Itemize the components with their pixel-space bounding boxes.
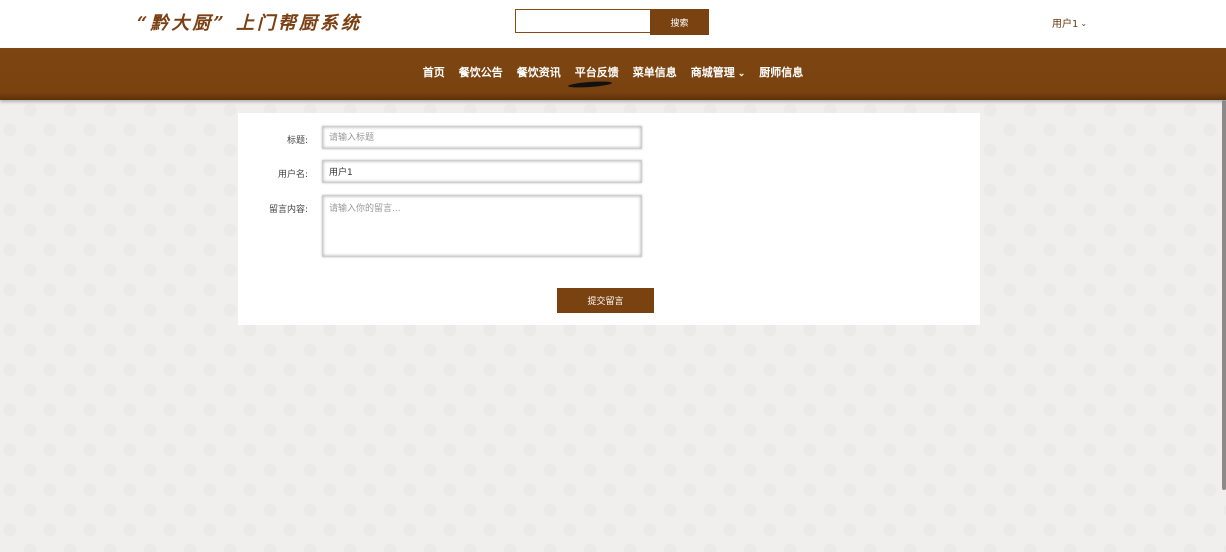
nav-item-feedback[interactable]: 平台反馈	[568, 64, 626, 80]
user-name: 用户1	[1052, 19, 1079, 30]
nav-item-chef-info[interactable]: 厨师信息	[752, 64, 810, 80]
submit-button[interactable]: 提交留言	[557, 288, 654, 313]
site-title: “黔大厨” 上门帮厨系统	[137, 13, 362, 34]
nav-item-home[interactable]: 首页	[416, 64, 452, 80]
nav-item-mall-management[interactable]: 商城管理 ⌄	[684, 64, 753, 80]
nav-item-news[interactable]: 餐饮资讯	[510, 64, 568, 80]
username-label: 用户名:	[277, 170, 308, 180]
user-menu[interactable]: 用户1 ⌄	[1052, 15, 1087, 30]
nav-item-menu-info[interactable]: 菜单信息	[626, 64, 684, 80]
search-input[interactable]	[515, 9, 651, 33]
main-nav: 首页 餐饮公告 餐饮资讯 平台反馈 菜单信息 商城管理 ⌄ 厨师信息	[0, 48, 1226, 100]
feedback-form-panel: 标题: 用户名: 留言内容: 提交留言	[238, 113, 980, 325]
username-field[interactable]	[322, 160, 642, 183]
title-label: 标题:	[286, 136, 308, 146]
content-field[interactable]	[322, 195, 642, 257]
chevron-down-icon: ⌄	[737, 69, 746, 79]
page: “黔大厨” 上门帮厨系统 搜索 用户1 ⌄ 首页 餐饮公告 餐饮资讯 平台反馈 菜…	[0, 0, 1226, 552]
nav-item-mall-label: 商城管理	[690, 66, 735, 79]
search-button[interactable]: 搜索	[650, 9, 709, 35]
title-field[interactable]	[322, 126, 642, 149]
scrollbar[interactable]	[1222, 100, 1226, 490]
top-header: “黔大厨” 上门帮厨系统 搜索 用户1 ⌄	[0, 0, 1226, 48]
nav-list: 首页 餐饮公告 餐饮资讯 平台反馈 菜单信息 商城管理 ⌄ 厨师信息	[0, 48, 1226, 96]
nav-item-announcements[interactable]: 餐饮公告	[452, 64, 510, 80]
chevron-down-icon: ⌄	[1080, 19, 1088, 28]
content-label: 留言内容:	[268, 205, 308, 215]
